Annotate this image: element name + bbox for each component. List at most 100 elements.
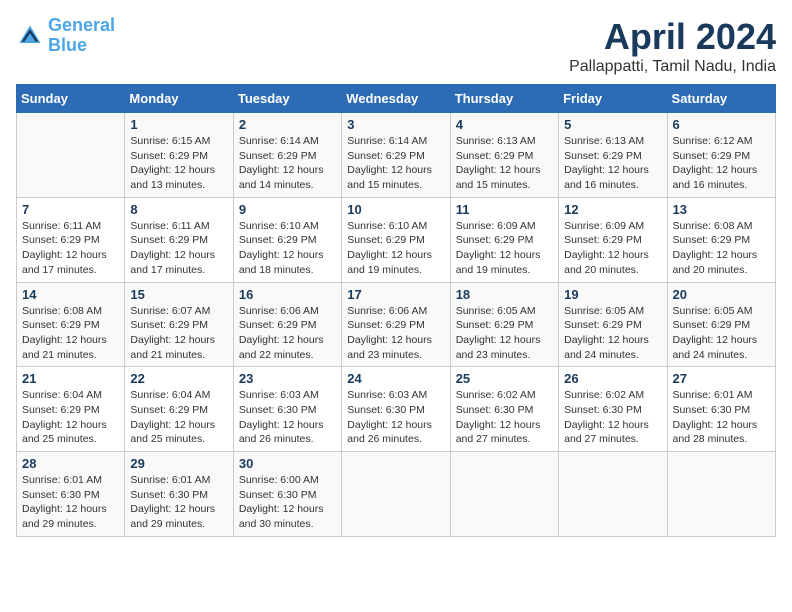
calendar-cell: 16 Sunrise: 6:06 AM Sunset: 6:29 PM Dayli… bbox=[233, 282, 341, 367]
day-number: 23 bbox=[239, 371, 336, 386]
day-number: 4 bbox=[456, 117, 553, 132]
weekday-header: Sunday bbox=[17, 85, 125, 113]
day-number: 29 bbox=[130, 456, 227, 471]
calendar-cell: 28 Sunrise: 6:01 AM Sunset: 6:30 PM Dayli… bbox=[17, 452, 125, 537]
calendar-cell: 5Sunrise: 6:13 AM Sunset: 6:29 PM Daylig… bbox=[559, 113, 667, 198]
day-info: Sunrise: 6:05 AM Sunset: 6:29 PM Dayligh… bbox=[673, 304, 770, 363]
day-number: 30 bbox=[239, 456, 336, 471]
day-number: 20 bbox=[673, 287, 770, 302]
day-number: 26 bbox=[564, 371, 661, 386]
logo-icon bbox=[16, 22, 44, 50]
weekday-header: Monday bbox=[125, 85, 233, 113]
day-number: 22 bbox=[130, 371, 227, 386]
calendar-table: SundayMondayTuesdayWednesdayThursdayFrid… bbox=[16, 84, 776, 537]
day-info: Sunrise: 6:02 AM Sunset: 6:30 PM Dayligh… bbox=[564, 388, 661, 447]
day-info: Sunrise: 6:01 AM Sunset: 6:30 PM Dayligh… bbox=[673, 388, 770, 447]
calendar-cell: 4 Sunrise: 6:13 AM Sunset: 6:29 PM Daylig… bbox=[450, 113, 558, 198]
calendar-cell: 25 Sunrise: 6:02 AM Sunset: 6:30 PM Dayli… bbox=[450, 367, 558, 452]
calendar-cell: 21Sunrise: 6:04 AM Sunset: 6:29 PM Dayli… bbox=[17, 367, 125, 452]
title-block: April 2024 Pallappatti, Tamil Nadu, Indi… bbox=[569, 16, 776, 76]
weekday-header: Tuesday bbox=[233, 85, 341, 113]
day-info: Sunrise: 6:00 AM Sunset: 6:30 PM Dayligh… bbox=[239, 473, 336, 532]
day-info: Sunrise: 6:10 AM Sunset: 6:29 PM Dayligh… bbox=[347, 219, 444, 278]
day-info: Sunrise: 6:13 AM Sunset: 6:29 PM Dayligh… bbox=[456, 134, 553, 193]
calendar-cell: 8Sunrise: 6:11 AM Sunset: 6:29 PM Daylig… bbox=[125, 197, 233, 282]
weekday-header: Saturday bbox=[667, 85, 775, 113]
day-info: Sunrise: 6:01 AM Sunset: 6:30 PM Dayligh… bbox=[22, 473, 119, 532]
logo-text: General Blue bbox=[48, 16, 115, 56]
day-info: Sunrise: 6:06 AM Sunset: 6:29 PM Dayligh… bbox=[347, 304, 444, 363]
calendar-cell bbox=[17, 113, 125, 198]
day-info: Sunrise: 6:02 AM Sunset: 6:30 PM Dayligh… bbox=[456, 388, 553, 447]
calendar-cell: 13 Sunrise: 6:08 AM Sunset: 6:29 PM Dayli… bbox=[667, 197, 775, 282]
day-info: Sunrise: 6:04 AM Sunset: 6:29 PM Dayligh… bbox=[130, 388, 227, 447]
day-info: Sunrise: 6:07 AM Sunset: 6:29 PM Dayligh… bbox=[130, 304, 227, 363]
day-number: 8 bbox=[130, 202, 227, 217]
day-number: 19 bbox=[564, 287, 661, 302]
day-number: 27 bbox=[673, 371, 770, 386]
calendar-cell: 6Sunrise: 6:12 AM Sunset: 6:29 PM Daylig… bbox=[667, 113, 775, 198]
calendar-cell: 24 Sunrise: 6:03 AM Sunset: 6:30 PM Dayli… bbox=[342, 367, 450, 452]
calendar-cell: 9 Sunrise: 6:10 AM Sunset: 6:29 PM Daylig… bbox=[233, 197, 341, 282]
day-info: Sunrise: 6:14 AM Sunset: 6:29 PM Dayligh… bbox=[347, 134, 444, 193]
day-number: 24 bbox=[347, 371, 444, 386]
calendar-cell: 14 Sunrise: 6:08 AM Sunset: 6:29 PM Dayli… bbox=[17, 282, 125, 367]
day-number: 12 bbox=[564, 202, 661, 217]
calendar-cell bbox=[450, 452, 558, 537]
month-year: April 2024 bbox=[569, 16, 776, 58]
calendar-cell: 3Sunrise: 6:14 AM Sunset: 6:29 PM Daylig… bbox=[342, 113, 450, 198]
day-number: 21 bbox=[22, 371, 119, 386]
calendar-cell: 15 Sunrise: 6:07 AM Sunset: 6:29 PM Dayli… bbox=[125, 282, 233, 367]
calendar-cell: 11Sunrise: 6:09 AM Sunset: 6:29 PM Dayli… bbox=[450, 197, 558, 282]
day-number: 16 bbox=[239, 287, 336, 302]
day-info: Sunrise: 6:06 AM Sunset: 6:29 PM Dayligh… bbox=[239, 304, 336, 363]
day-number: 10 bbox=[347, 202, 444, 217]
day-info: Sunrise: 6:01 AM Sunset: 6:30 PM Dayligh… bbox=[130, 473, 227, 532]
day-number: 14 bbox=[22, 287, 119, 302]
calendar-cell bbox=[342, 452, 450, 537]
day-info: Sunrise: 6:05 AM Sunset: 6:29 PM Dayligh… bbox=[456, 304, 553, 363]
calendar-cell: 20 Sunrise: 6:05 AM Sunset: 6:29 PM Dayli… bbox=[667, 282, 775, 367]
weekday-header: Wednesday bbox=[342, 85, 450, 113]
day-number: 1 bbox=[130, 117, 227, 132]
day-number: 2 bbox=[239, 117, 336, 132]
calendar-cell: 30 Sunrise: 6:00 AM Sunset: 6:30 PM Dayli… bbox=[233, 452, 341, 537]
calendar-cell: 23 Sunrise: 6:03 AM Sunset: 6:30 PM Dayli… bbox=[233, 367, 341, 452]
day-info: Sunrise: 6:03 AM Sunset: 6:30 PM Dayligh… bbox=[239, 388, 336, 447]
calendar-cell: 12 Sunrise: 6:09 AM Sunset: 6:29 PM Dayli… bbox=[559, 197, 667, 282]
calendar-cell bbox=[559, 452, 667, 537]
day-info: Sunrise: 6:09 AM Sunset: 6:29 PM Dayligh… bbox=[456, 219, 553, 278]
calendar-cell: 7Sunrise: 6:11 AM Sunset: 6:29 PM Daylig… bbox=[17, 197, 125, 282]
location: Pallappatti, Tamil Nadu, India bbox=[569, 58, 776, 76]
day-number: 17 bbox=[347, 287, 444, 302]
day-number: 5 bbox=[564, 117, 661, 132]
calendar-cell: 19Sunrise: 6:05 AM Sunset: 6:29 PM Dayli… bbox=[559, 282, 667, 367]
calendar-cell: 27 Sunrise: 6:01 AM Sunset: 6:30 PM Dayli… bbox=[667, 367, 775, 452]
day-info: Sunrise: 6:09 AM Sunset: 6:29 PM Dayligh… bbox=[564, 219, 661, 278]
calendar-cell: 1 Sunrise: 6:15 AM Sunset: 6:29 PM Daylig… bbox=[125, 113, 233, 198]
calendar-cell: 29 Sunrise: 6:01 AM Sunset: 6:30 PM Dayli… bbox=[125, 452, 233, 537]
day-number: 9 bbox=[239, 202, 336, 217]
day-number: 15 bbox=[130, 287, 227, 302]
day-number: 28 bbox=[22, 456, 119, 471]
weekday-header: Friday bbox=[559, 85, 667, 113]
calendar-cell: 17 Sunrise: 6:06 AM Sunset: 6:29 PM Dayli… bbox=[342, 282, 450, 367]
calendar-cell: 18 Sunrise: 6:05 AM Sunset: 6:29 PM Dayli… bbox=[450, 282, 558, 367]
day-info: Sunrise: 6:08 AM Sunset: 6:29 PM Dayligh… bbox=[673, 219, 770, 278]
calendar-cell: 26 Sunrise: 6:02 AM Sunset: 6:30 PM Dayli… bbox=[559, 367, 667, 452]
day-info: Sunrise: 6:03 AM Sunset: 6:30 PM Dayligh… bbox=[347, 388, 444, 447]
calendar-cell: 2Sunrise: 6:14 AM Sunset: 6:29 PM Daylig… bbox=[233, 113, 341, 198]
logo: General Blue bbox=[16, 16, 115, 56]
day-info: Sunrise: 6:11 AM Sunset: 6:29 PM Dayligh… bbox=[22, 219, 119, 278]
day-info: Sunrise: 6:12 AM Sunset: 6:29 PM Dayligh… bbox=[673, 134, 770, 193]
page-header: General Blue April 2024 Pallappatti, Tam… bbox=[16, 16, 776, 76]
day-number: 18 bbox=[456, 287, 553, 302]
day-number: 13 bbox=[673, 202, 770, 217]
weekday-header: Thursday bbox=[450, 85, 558, 113]
day-info: Sunrise: 6:15 AM Sunset: 6:29 PM Dayligh… bbox=[130, 134, 227, 193]
day-number: 25 bbox=[456, 371, 553, 386]
calendar-cell: 10 Sunrise: 6:10 AM Sunset: 6:29 PM Dayli… bbox=[342, 197, 450, 282]
day-info: Sunrise: 6:08 AM Sunset: 6:29 PM Dayligh… bbox=[22, 304, 119, 363]
calendar-cell: 22 Sunrise: 6:04 AM Sunset: 6:29 PM Dayli… bbox=[125, 367, 233, 452]
day-info: Sunrise: 6:10 AM Sunset: 6:29 PM Dayligh… bbox=[239, 219, 336, 278]
